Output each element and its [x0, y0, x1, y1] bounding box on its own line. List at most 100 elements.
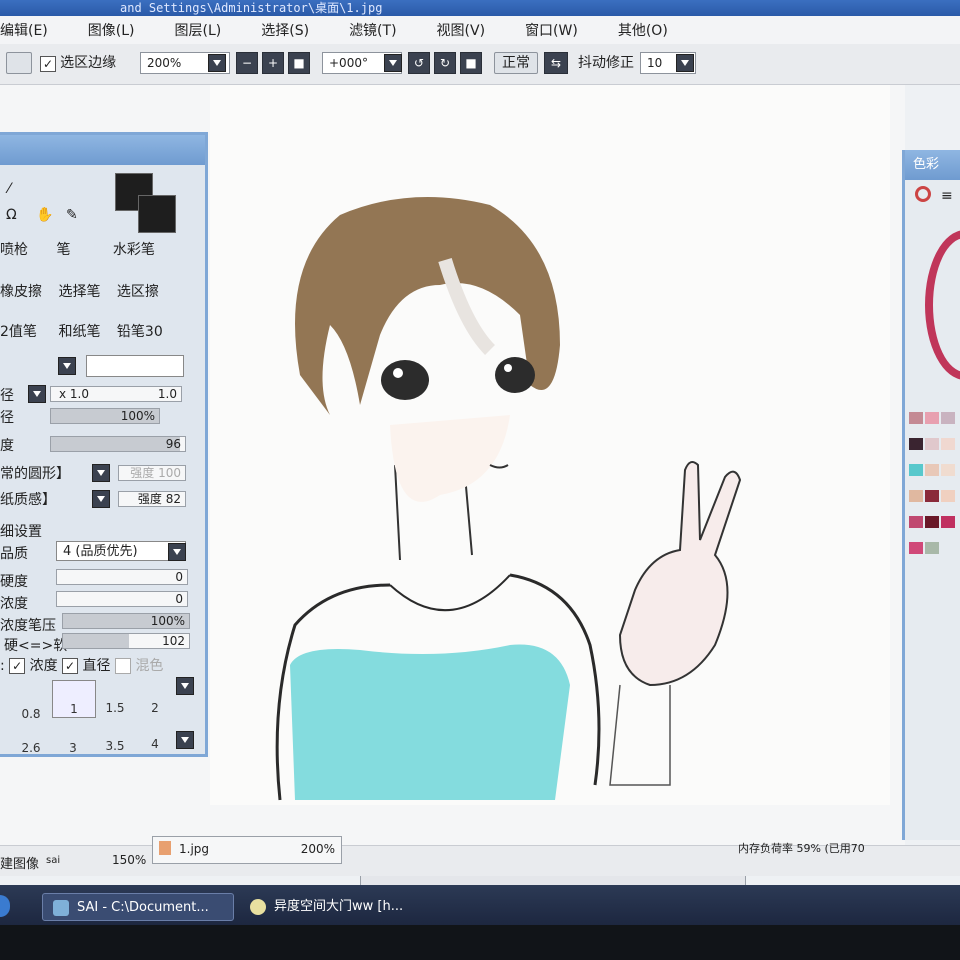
palette-swatch[interactable]: [909, 438, 923, 450]
palette-swatch[interactable]: [941, 464, 955, 476]
palette-swatch[interactable]: [909, 464, 923, 476]
shape-strength-slider[interactable]: 强度 100: [118, 465, 186, 481]
size-slider[interactable]: x 1.0 1.0: [50, 386, 182, 402]
eyedropper-icon[interactable]: ✎: [66, 207, 78, 223]
palette-swatch[interactable]: [909, 516, 923, 528]
hand-icon[interactable]: ✋: [36, 207, 53, 223]
menu-lines-icon[interactable]: ≡: [941, 188, 953, 204]
menu-filter[interactable]: 滤镜(T): [349, 20, 396, 40]
color-panel-title[interactable]: 色彩: [905, 150, 960, 180]
peace-hand: [618, 460, 742, 687]
density-slider[interactable]: 96: [50, 436, 186, 452]
zoom-in-button[interactable]: +: [262, 52, 284, 74]
tool-panel-header[interactable]: [0, 135, 205, 165]
rotation-dropdown-icon[interactable]: [384, 54, 402, 72]
rotate-right-button[interactable]: ↻: [434, 52, 456, 74]
color-wheel-icon[interactable]: [915, 186, 931, 202]
stabilizer-dropdown-icon[interactable]: [676, 54, 694, 72]
quality-dropdown-icon[interactable]: [168, 543, 186, 561]
start-button[interactable]: [0, 895, 10, 917]
toolbar: ✓ 选区边缘 200% − + ■ +000° ↺ ↻ ■ 正常 ⇆ 抖动修正 …: [0, 44, 960, 85]
taskbar-sai[interactable]: SAI - C:\Document...: [42, 893, 234, 921]
brush-size-preset-selected[interactable]: 1: [52, 680, 96, 718]
tool-pencil[interactable]: 铅笔30: [117, 324, 163, 340]
rotate-reset-button[interactable]: ■: [460, 52, 482, 74]
menu-image[interactable]: 图像(L): [88, 20, 135, 40]
lasso-icon[interactable]: Ω: [6, 207, 17, 223]
tool-eraser[interactable]: 橡皮擦: [0, 281, 54, 301]
tool-select-pen[interactable]: 选择笔: [58, 281, 112, 301]
selection-edge-checkbox[interactable]: ✓: [40, 55, 56, 72]
brush-size-preset[interactable]: 3.5: [94, 739, 136, 753]
palette-swatch[interactable]: [941, 412, 955, 424]
density-checkbox[interactable]: ✓: [9, 658, 26, 674]
pressure-options: : ✓ 浓度 ✓ 直径 混色: [0, 655, 163, 675]
palette-swatch[interactable]: [925, 464, 939, 476]
min-size-slider[interactable]: 100%: [50, 408, 160, 424]
tool-select-eraser[interactable]: 选区擦: [117, 284, 159, 300]
tool-watercolor[interactable]: 水彩笔: [113, 242, 155, 258]
palette-swatch[interactable]: [909, 490, 923, 502]
normal-mode-button[interactable]: 正常: [494, 52, 538, 74]
tool-binary-pen[interactable]: 2值笔: [0, 321, 54, 341]
menu-window[interactable]: 窗口(W): [525, 20, 578, 40]
texture-strength-slider[interactable]: 强度 82: [118, 491, 186, 507]
tool-washi-pen[interactable]: 和纸笔: [58, 321, 112, 341]
palette-swatch[interactable]: [941, 490, 955, 502]
preset-scroll-down-icon[interactable]: [176, 731, 194, 749]
zoom-reset-button[interactable]: ■: [288, 52, 310, 74]
quality-select[interactable]: 4 (品质优先): [56, 541, 186, 561]
zoom-out-button[interactable]: −: [236, 52, 258, 74]
artwork: [275, 197, 742, 801]
min-density-slider[interactable]: 0: [56, 591, 188, 607]
palette-swatch[interactable]: [925, 516, 939, 528]
size-checkbox[interactable]: ✓: [62, 658, 79, 674]
doc-tab-new[interactable]: 建图像: [0, 853, 39, 872]
pressure-slider[interactable]: 100%: [62, 613, 190, 629]
brush-shape-selector[interactable]: [86, 355, 184, 377]
taskbar-browser[interactable]: 异度空间大门ww [h...: [240, 893, 440, 921]
brush-size-preset[interactable]: 2: [134, 701, 176, 715]
brush-size-preset[interactable]: 0.8: [10, 707, 52, 721]
palette-swatch[interactable]: [925, 412, 939, 424]
flip-button[interactable]: ⇆: [544, 52, 568, 74]
menu-view[interactable]: 视图(V): [437, 20, 486, 40]
detail-settings-label[interactable]: 细设置: [0, 521, 42, 541]
brush-size-preset[interactable]: 4: [134, 737, 176, 751]
magic-wand-icon[interactable]: ⁄: [8, 181, 10, 197]
hardness-slider[interactable]: 0: [56, 569, 188, 585]
hard-soft-slider[interactable]: 102: [62, 633, 190, 649]
doc-tab-active[interactable]: 1.jpg 200%: [152, 836, 342, 864]
palette-swatch[interactable]: [925, 490, 939, 502]
shape-dropdown-icon[interactable]: [92, 464, 110, 482]
size-multiplier-dropdown-icon[interactable]: [28, 385, 46, 403]
texture-dropdown-icon[interactable]: [92, 490, 110, 508]
zoom-dropdown-icon[interactable]: [208, 54, 226, 72]
drawing-canvas[interactable]: [210, 85, 890, 805]
blend-dropdown-icon[interactable]: [58, 357, 76, 375]
color-wheel[interactable]: [925, 230, 960, 380]
menu-layer[interactable]: 图层(L): [175, 20, 222, 40]
tool-pen[interactable]: 笔: [56, 239, 108, 259]
brush-size-preset[interactable]: 2.6: [10, 741, 52, 755]
browser-app-icon: [250, 899, 266, 915]
menu-other[interactable]: 其他(O): [618, 20, 668, 40]
toolbar-button[interactable]: [6, 52, 32, 74]
menu-select[interactable]: 选择(S): [261, 20, 309, 40]
preset-scroll-up-icon[interactable]: [176, 677, 194, 695]
palette-swatch[interactable]: [925, 438, 939, 450]
rotate-left-button[interactable]: ↺: [408, 52, 430, 74]
secondary-color-swatch[interactable]: [138, 195, 176, 233]
blend-checkbox[interactable]: [114, 658, 131, 674]
palette-swatch[interactable]: [941, 438, 955, 450]
tool-airbrush[interactable]: 喷枪: [0, 239, 52, 259]
palette-swatch[interactable]: [909, 412, 923, 424]
palette-swatch[interactable]: [909, 542, 923, 554]
selection-edge-toggle[interactable]: ✓ 选区边缘: [40, 52, 116, 74]
menu-edit[interactable]: 编辑(E): [0, 20, 48, 40]
brush-size-preset[interactable]: 3: [52, 741, 94, 755]
brush-size-preset[interactable]: 1.5: [94, 701, 136, 715]
quality-label: 品质: [0, 546, 28, 562]
palette-swatch[interactable]: [941, 516, 955, 528]
palette-swatch[interactable]: [925, 542, 939, 554]
